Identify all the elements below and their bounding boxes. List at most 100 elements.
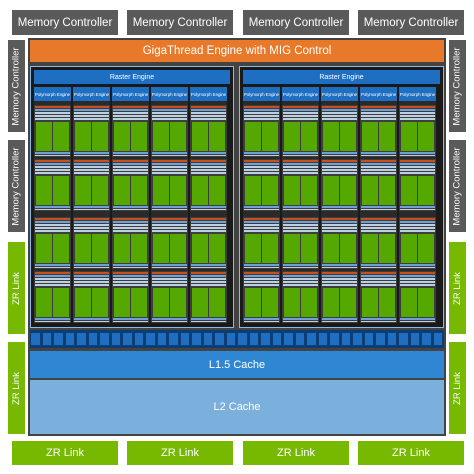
cuda-core-block bbox=[131, 234, 147, 263]
sm-cache-bar bbox=[191, 267, 226, 268]
sm-cache-bar bbox=[244, 267, 279, 268]
crossbar-cell bbox=[363, 332, 374, 346]
crossbar-cell bbox=[179, 332, 190, 346]
sm-register-row bbox=[191, 118, 226, 120]
crossbar-cell bbox=[99, 332, 110, 346]
crossbar-cell bbox=[202, 332, 213, 346]
sm-cache-bar bbox=[244, 209, 279, 210]
sm-block bbox=[282, 105, 319, 157]
sm-register-row bbox=[113, 118, 148, 120]
sm-dispatch-bar bbox=[113, 163, 148, 165]
cuda-core-block bbox=[170, 288, 186, 317]
sm-scheduler-bar bbox=[191, 272, 226, 274]
crossbar-cell bbox=[294, 332, 305, 346]
memory-controller-left-1: Memory Controller bbox=[8, 40, 25, 132]
sm-texture-bar bbox=[35, 264, 70, 266]
polymorph-engine: Polymorph Engine bbox=[112, 87, 149, 101]
sm-register-row bbox=[283, 172, 318, 174]
tpc-block: Polymorph Engine bbox=[151, 87, 188, 323]
sm-register-row bbox=[322, 112, 357, 114]
sm-register-row bbox=[113, 112, 148, 114]
cuda-core-block bbox=[379, 176, 395, 205]
sm-texture-bar bbox=[113, 264, 148, 266]
sm-block bbox=[190, 271, 227, 323]
sm-register-row bbox=[283, 230, 318, 232]
crossbar-cell bbox=[340, 332, 351, 346]
cuda-core-block bbox=[323, 176, 339, 205]
sm-block bbox=[243, 271, 280, 323]
sm-register-row bbox=[113, 281, 148, 283]
sm-register-row bbox=[152, 278, 187, 280]
cuda-core-block bbox=[245, 234, 261, 263]
sm-register-row bbox=[152, 281, 187, 283]
sm-cache-bar bbox=[35, 267, 70, 268]
sm-dispatch-bar bbox=[74, 221, 109, 223]
sm-register-row bbox=[400, 169, 435, 171]
sm-register-row bbox=[400, 115, 435, 117]
sm-texture-bar bbox=[244, 318, 279, 320]
cuda-core-block bbox=[53, 176, 69, 205]
cuda-core-block bbox=[153, 288, 169, 317]
sm-register-row bbox=[322, 172, 357, 174]
cuda-core-block bbox=[418, 288, 434, 317]
cuda-core-block bbox=[209, 176, 225, 205]
cuda-core-block bbox=[301, 176, 317, 205]
sm-scheduler-bar bbox=[74, 160, 109, 162]
sm-block bbox=[399, 217, 436, 269]
crossbar-cell bbox=[225, 332, 236, 346]
cuda-core-block bbox=[75, 176, 91, 205]
sm-register-row bbox=[74, 281, 109, 283]
sm-register-row bbox=[35, 284, 70, 286]
sm-register-row bbox=[283, 118, 318, 120]
cuda-core-block bbox=[401, 122, 417, 151]
sm-register-row bbox=[113, 169, 148, 171]
cuda-core-block bbox=[401, 234, 417, 263]
cuda-core-block bbox=[284, 288, 300, 317]
memory-controller-left-2: Memory Controller bbox=[8, 140, 25, 232]
cuda-core-block bbox=[209, 122, 225, 151]
sm-register-row bbox=[244, 278, 279, 280]
crossbar-cell bbox=[53, 332, 64, 346]
cuda-core-block bbox=[170, 122, 186, 151]
sm-texture-bar bbox=[191, 264, 226, 266]
sm-scheduler-bar bbox=[152, 218, 187, 220]
sm-scheduler-bar bbox=[283, 160, 318, 162]
sm-cache-bar bbox=[322, 267, 357, 268]
cuda-core-block bbox=[75, 234, 91, 263]
zr-link-bottom-3: ZR Link bbox=[243, 441, 349, 465]
sm-block bbox=[34, 105, 71, 157]
polymorph-engine: Polymorph Engine bbox=[321, 87, 358, 101]
sm-cache-bar bbox=[191, 155, 226, 156]
sm-dispatch-bar bbox=[361, 163, 396, 165]
sm-texture-bar bbox=[283, 264, 318, 266]
sm-block bbox=[321, 217, 358, 269]
sm-scheduler-bar bbox=[322, 106, 357, 108]
memory-controller-right-2: Memory Controller bbox=[449, 140, 466, 232]
gpc-right: Raster Engine Polymorph Engine Polymorph E… bbox=[239, 66, 444, 328]
sm-scheduler-bar bbox=[322, 160, 357, 162]
sm-texture-bar bbox=[35, 152, 70, 154]
cuda-core-block bbox=[379, 288, 395, 317]
sm-dispatch-bar bbox=[152, 221, 187, 223]
sm-register-row bbox=[113, 224, 148, 226]
sm-register-row bbox=[283, 112, 318, 114]
cuda-core-block bbox=[170, 176, 186, 205]
sm-register-row bbox=[322, 227, 357, 229]
cuda-core-block bbox=[340, 176, 356, 205]
cuda-core-block bbox=[301, 288, 317, 317]
sm-register-row bbox=[400, 284, 435, 286]
sm-register-row bbox=[283, 227, 318, 229]
cuda-core-block bbox=[153, 234, 169, 263]
sm-cache-bar bbox=[113, 155, 148, 156]
sm-block bbox=[321, 159, 358, 211]
sm-scheduler-bar bbox=[191, 160, 226, 162]
crossbar-cell bbox=[168, 332, 179, 346]
sm-register-row bbox=[283, 284, 318, 286]
sm-cache-bar bbox=[74, 267, 109, 268]
cuda-core-block bbox=[379, 234, 395, 263]
sm-cache-bar bbox=[283, 155, 318, 156]
sm-register-row bbox=[244, 230, 279, 232]
l15-cache: L1.5 Cache bbox=[30, 351, 444, 378]
sm-block bbox=[399, 105, 436, 157]
sm-texture-bar bbox=[113, 318, 148, 320]
